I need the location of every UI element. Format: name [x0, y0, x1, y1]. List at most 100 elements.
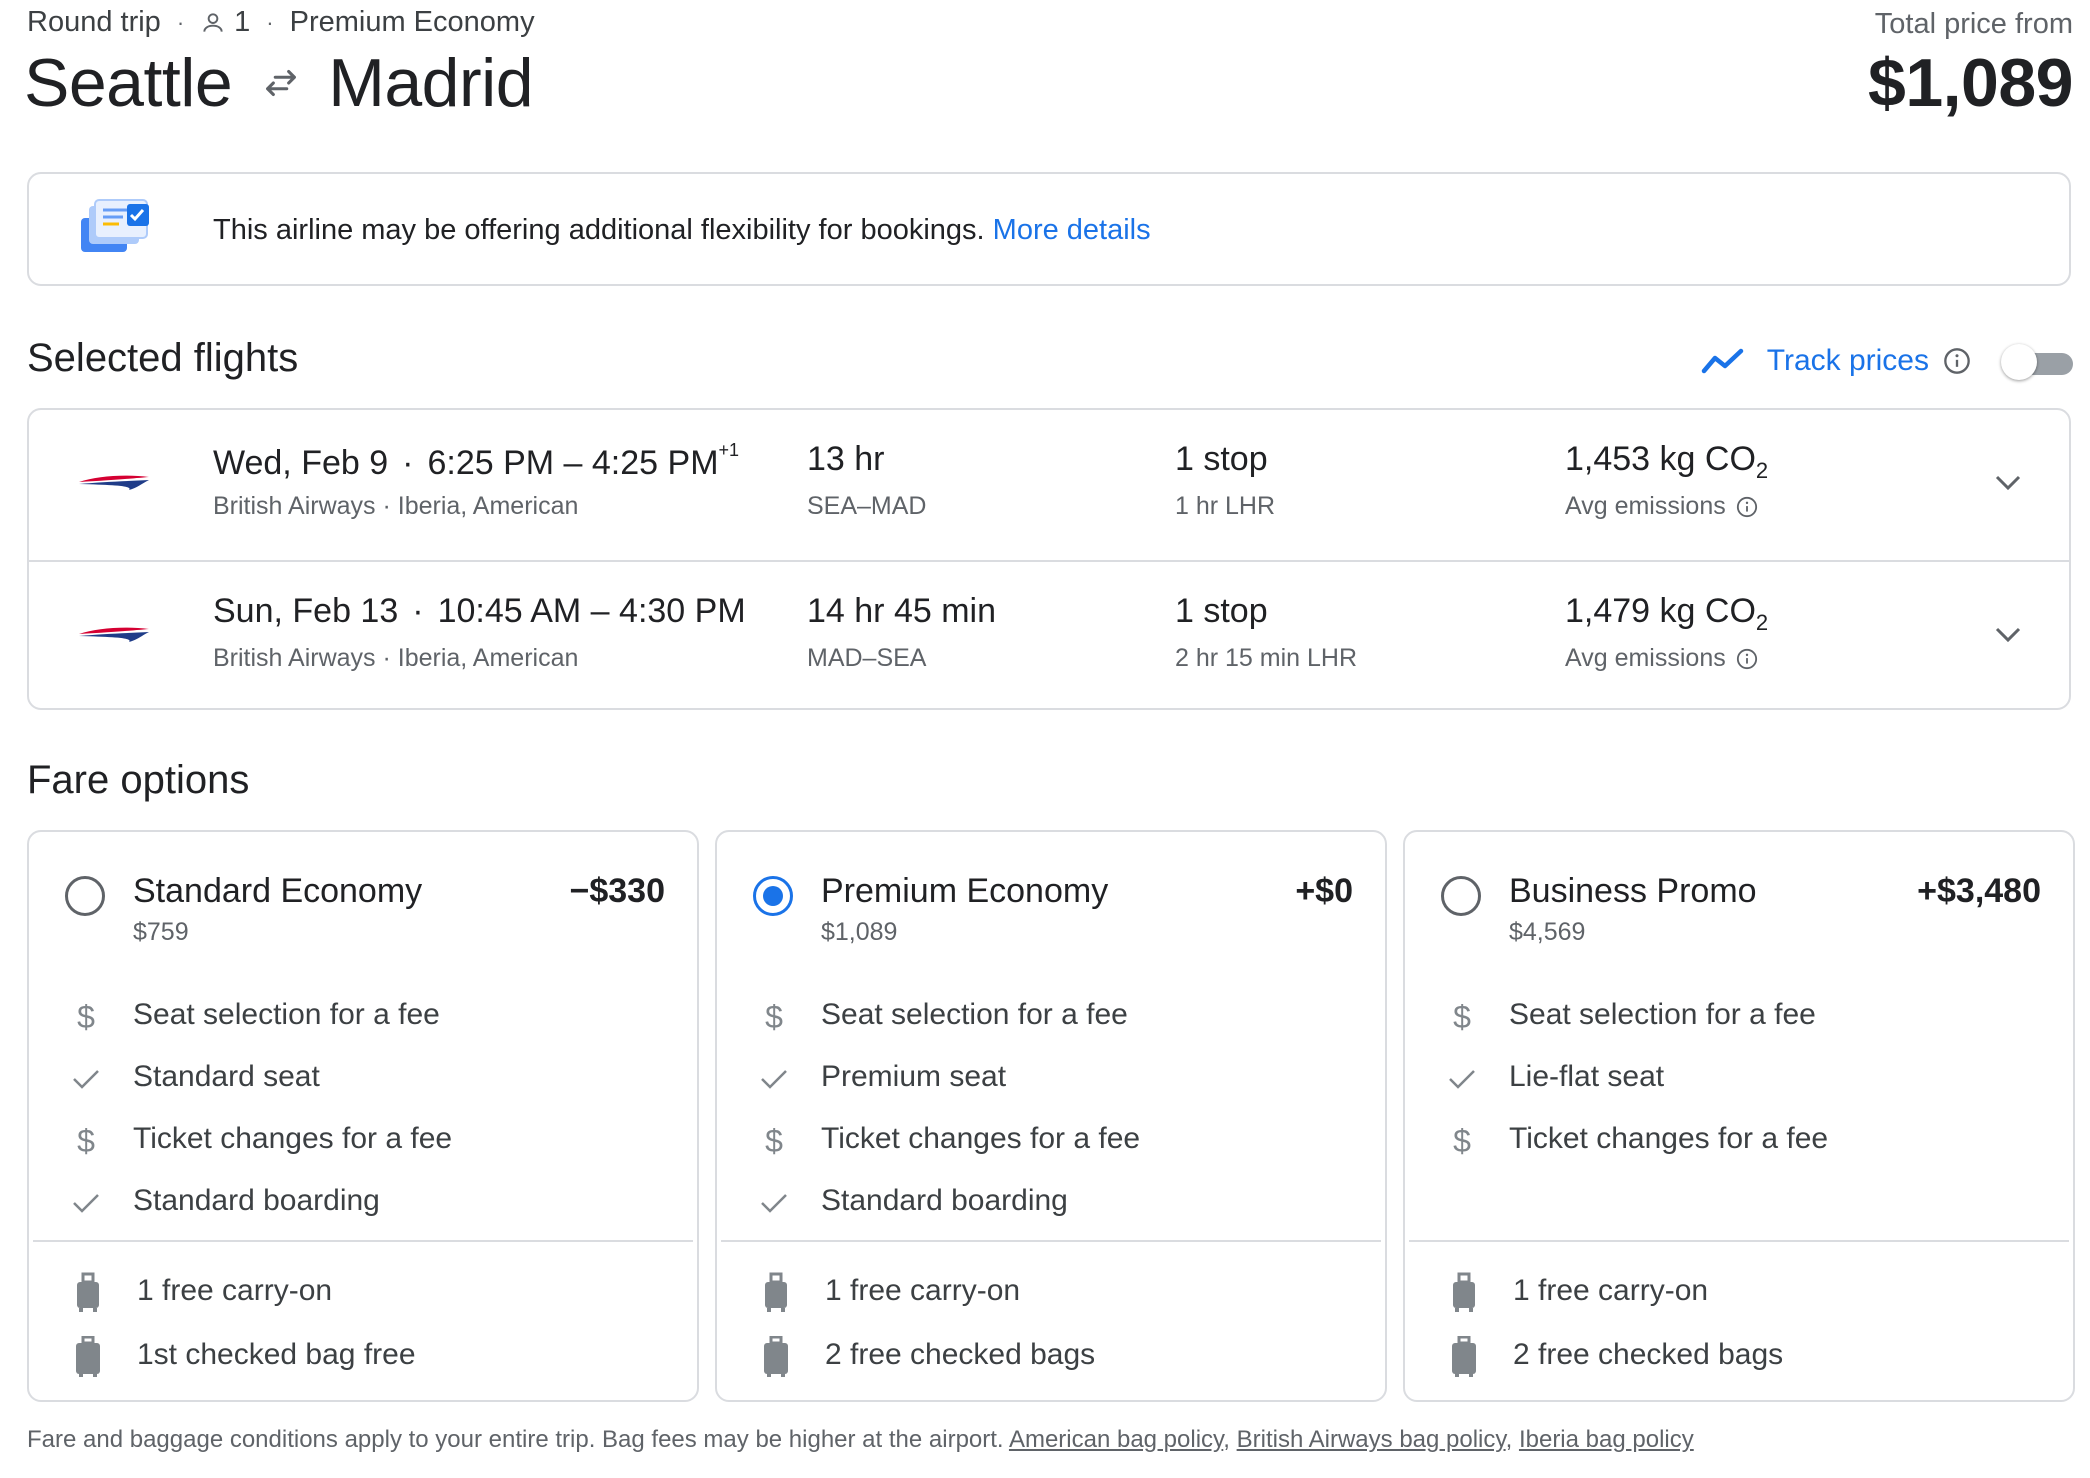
- cabin-class: Premium Economy: [289, 6, 535, 38]
- dollar-icon: $: [77, 999, 95, 1035]
- total-price: $1,089: [1868, 45, 2073, 121]
- info-icon[interactable]: [1943, 347, 1971, 375]
- flight-date: Sun, Feb 13: [213, 592, 399, 630]
- dollar-icon: $: [77, 1123, 95, 1159]
- american-bag-policy-link[interactable]: American bag policy: [1009, 1426, 1223, 1453]
- total-price-label: Total price from: [1874, 8, 2073, 40]
- round-trip-arrows-icon: [266, 69, 297, 97]
- trip-type: Round trip: [27, 6, 161, 38]
- flight-row[interactable]: Sun, Feb 13 · 10:45 AM – 4:30 PM British A…: [29, 560, 2069, 711]
- track-prices-label[interactable]: Track prices: [1767, 344, 1929, 378]
- fare-feature: $ Seat selection for a fee: [29, 992, 697, 1042]
- fare-price-difference: +$3,480: [1917, 872, 2041, 910]
- baggage-item: 1st checked bag free: [29, 1332, 697, 1382]
- flight-row[interactable]: Wed, Feb 9 · 6:25 PM – 4:25 PM+1 British A…: [29, 410, 2069, 559]
- fare-radio[interactable]: [65, 876, 105, 916]
- origin-city: Seattle: [24, 45, 233, 121]
- fare-feature: Premium seat: [717, 1054, 1385, 1104]
- emissions-label: Avg emissions: [1565, 644, 1758, 673]
- fare-total-price: $4,569: [1509, 918, 1586, 946]
- fare-options-heading: Fare options: [27, 758, 250, 802]
- track-prices-toggle[interactable]: [2001, 344, 2073, 380]
- carry-on-icon: [765, 1272, 787, 1312]
- person-icon: [203, 12, 223, 32]
- flight-airlines: British Airways · Iberia, American: [213, 644, 579, 672]
- track-prices-control[interactable]: Track prices: [1701, 340, 2073, 382]
- fare-price-difference: +$0: [1295, 872, 1353, 910]
- fare-total-price: $759: [133, 918, 189, 946]
- british-airways-logo-icon: [79, 627, 149, 642]
- flight-times: Wed, Feb 9 · 6:25 PM – 4:25 PM+1: [213, 440, 740, 482]
- dollar-icon: $: [765, 999, 783, 1035]
- flight-co2: 1,453 kg CO2: [1565, 440, 1769, 483]
- destination-city: Madrid: [328, 45, 534, 121]
- dollar-icon: $: [765, 1123, 783, 1159]
- flight-layover: 1 hr LHR: [1175, 492, 1276, 520]
- fare-feature: $ Ticket changes for a fee: [1405, 1116, 2073, 1166]
- baggage-item: 1 free carry-on: [1405, 1268, 2073, 1318]
- info-icon[interactable]: [1736, 648, 1758, 670]
- trip-summary: Round trip · 1 · Premium Economy: [27, 6, 535, 39]
- trending-icon: [1701, 348, 1743, 374]
- fare-price-difference: −$330: [569, 872, 666, 910]
- fare-option-business-promo[interactable]: Business Promo $4,569 +$3,480 $ Seat sele…: [1403, 830, 2075, 1402]
- flight-route: MAD–SEA: [807, 644, 927, 672]
- fare-feature: Standard boarding: [717, 1178, 1385, 1228]
- checked-bag-icon: [1452, 1336, 1476, 1377]
- chevron-down-icon[interactable]: [1991, 470, 2025, 494]
- checked-bag-icon: [76, 1336, 100, 1377]
- british-airways-logo-icon: [79, 475, 149, 490]
- fare-total-price: $1,089: [821, 918, 898, 946]
- baggage-item: 2 free checked bags: [717, 1332, 1385, 1382]
- carry-on-icon: [77, 1272, 99, 1312]
- baggage-item: 1 free carry-on: [29, 1268, 697, 1318]
- passenger-count: 1: [234, 6, 251, 38]
- flight-stops: 1 stop: [1175, 440, 1268, 478]
- baggage-item: 1 free carry-on: [717, 1268, 1385, 1318]
- fare-option-standard-economy[interactable]: Standard Economy $759 −$330 $ Seat select…: [27, 830, 699, 1402]
- fare-feature: Lie-flat seat: [1405, 1054, 2073, 1104]
- booking-flexibility-icon: [81, 199, 149, 252]
- booking-page: Round trip · 1 · Premium Economy Seattle…: [0, 0, 2090, 1478]
- divider: [33, 1240, 693, 1242]
- info-icon[interactable]: [1736, 496, 1758, 518]
- iberia-bag-policy-link[interactable]: Iberia bag policy: [1519, 1426, 1694, 1453]
- fare-radio-selected[interactable]: [753, 876, 793, 916]
- fare-name: Business Promo: [1509, 872, 1757, 910]
- check-icon: [761, 1070, 787, 1089]
- fare-name: Premium Economy: [821, 872, 1109, 910]
- chevron-down-icon[interactable]: [1991, 622, 2025, 646]
- banner-message: This airline may be offering additional …: [213, 214, 1151, 247]
- selected-flights-heading: Selected flights: [27, 336, 299, 380]
- fare-feature: $ Ticket changes for a fee: [29, 1116, 697, 1166]
- check-icon: [73, 1070, 99, 1089]
- dollar-icon: $: [1453, 999, 1471, 1035]
- carry-on-icon: [1453, 1272, 1475, 1312]
- flight-co2: 1,479 kg CO2: [1565, 592, 1769, 635]
- fare-feature: Standard seat: [29, 1054, 697, 1104]
- flight-duration: 14 hr 45 min: [807, 592, 996, 630]
- fare-feature: $ Seat selection for a fee: [1405, 992, 2073, 1042]
- fare-feature: $ Seat selection for a fee: [717, 992, 1385, 1042]
- emissions-label: Avg emissions: [1565, 492, 1758, 521]
- british-airways-bag-policy-link[interactable]: British Airways bag policy: [1237, 1426, 1506, 1453]
- flight-duration: 13 hr: [807, 440, 885, 478]
- fare-conditions-note: Fare and baggage conditions apply to you…: [27, 1426, 1694, 1453]
- fare-radio[interactable]: [1441, 876, 1481, 916]
- separator-dot: ·: [176, 9, 185, 35]
- divider: [721, 1240, 1381, 1242]
- flight-route: SEA–MAD: [807, 492, 927, 520]
- more-details-link[interactable]: More details: [993, 214, 1151, 246]
- baggage-item: 2 free checked bags: [1405, 1332, 2073, 1382]
- flight-times: Sun, Feb 13 · 10:45 AM – 4:30 PM: [213, 592, 746, 630]
- toggle-knob: [2001, 344, 2037, 380]
- separator-dot: ·: [266, 9, 274, 35]
- route-title: Seattle Madrid: [24, 44, 534, 122]
- fare-name: Standard Economy: [133, 872, 423, 910]
- fare-option-premium-economy[interactable]: Premium Economy $1,089 +$0 $ Seat selecti…: [715, 830, 1387, 1402]
- dollar-icon: $: [1453, 1123, 1471, 1159]
- selected-flights-list: Wed, Feb 9 · 6:25 PM – 4:25 PM+1 British A…: [27, 408, 2071, 710]
- banner-text: This airline may be offering additional …: [213, 214, 985, 246]
- flight-layover: 2 hr 15 min LHR: [1175, 644, 1358, 672]
- fare-feature: $ Ticket changes for a fee: [717, 1116, 1385, 1166]
